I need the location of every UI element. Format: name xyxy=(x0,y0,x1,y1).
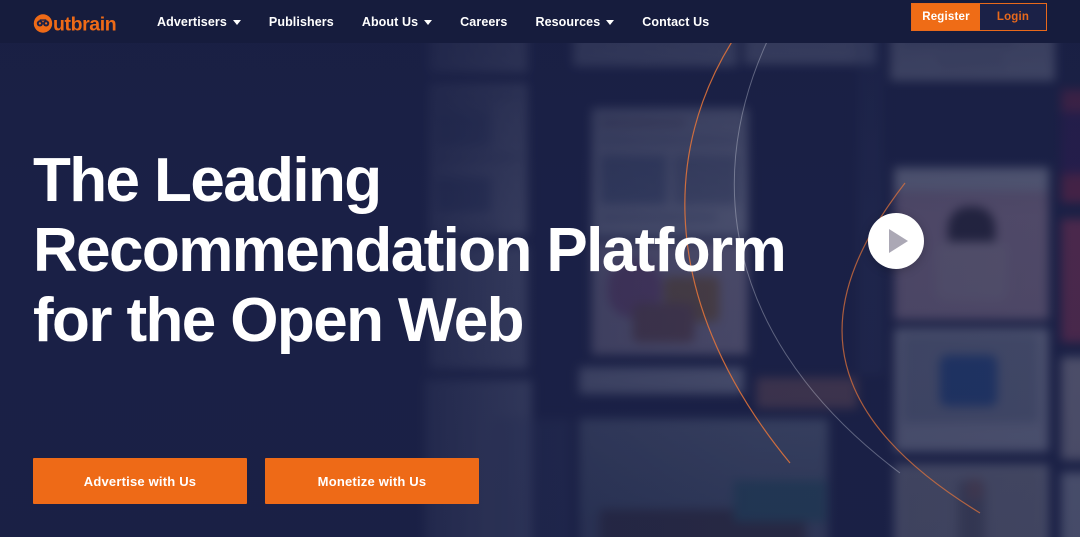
page-title: The Leading Recommendation Platform for … xyxy=(33,146,787,355)
nav-label: Careers xyxy=(460,14,508,29)
auth-button-group: Register Login xyxy=(911,3,1047,31)
nav-label: Publishers xyxy=(268,14,334,29)
nav-item-resources[interactable]: Resources xyxy=(521,0,628,43)
play-button-icon[interactable] xyxy=(868,213,924,269)
register-button[interactable]: Register xyxy=(912,4,980,30)
nav-item-contact-us[interactable]: Contact Us xyxy=(628,0,723,43)
chevron-down-icon xyxy=(606,20,615,25)
nav-item-about-us[interactable]: About Us xyxy=(348,0,446,43)
cta-button-row: Advertise with Us Monetize with Us xyxy=(33,458,479,504)
nav-item-careers[interactable]: Careers xyxy=(446,0,521,43)
nav-item-advertisers[interactable]: Advertisers xyxy=(143,0,255,43)
nav-label: Advertisers xyxy=(157,14,227,29)
nav-label: Contact Us xyxy=(642,14,710,29)
svg-text:utbrain: utbrain xyxy=(53,13,116,34)
monetize-with-us-button[interactable]: Monetize with Us xyxy=(265,458,479,504)
play-triangle-icon xyxy=(889,229,908,253)
advertise-with-us-button[interactable]: Advertise with Us xyxy=(33,458,247,504)
chevron-down-icon xyxy=(232,20,241,25)
nav-label: About Us xyxy=(361,14,419,29)
outbrain-owl-logo-icon: utbrain xyxy=(33,13,117,34)
hero-content: The Leading Recommendation Platform for … xyxy=(0,43,1080,537)
login-button[interactable]: Login xyxy=(980,4,1046,30)
outbrain-logo[interactable]: utbrain xyxy=(32,10,124,34)
chevron-down-icon xyxy=(424,20,433,25)
nav-item-publishers[interactable]: Publishers xyxy=(255,0,348,43)
site-header: utbrain Advertisers Publishers About Us … xyxy=(0,0,1080,43)
main-navigation: Advertisers Publishers About Us Careers … xyxy=(143,0,723,43)
nav-label: Resources xyxy=(535,14,601,29)
